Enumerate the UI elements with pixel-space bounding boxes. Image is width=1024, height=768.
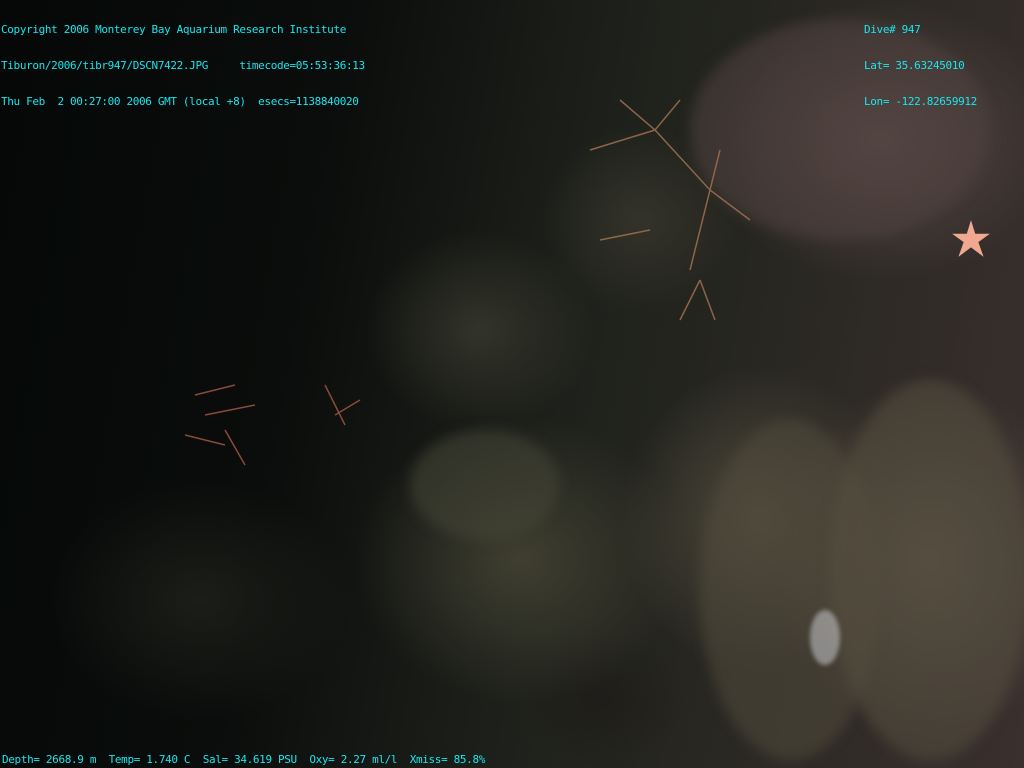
dive-number: Dive# 947 xyxy=(864,23,921,36)
rock-formation xyxy=(410,430,560,540)
copyright-line: Copyright 2006 Monterey Bay Aquarium Res… xyxy=(1,23,346,36)
white-sponge xyxy=(810,610,840,665)
longitude: Lon= -122.82659912 xyxy=(864,95,977,108)
metadata-overlay-top-left: Copyright 2006 Monterey Bay Aquarium Res… xyxy=(1,0,365,132)
crinoid-feather-stars xyxy=(589,99,751,321)
rock-formation xyxy=(830,380,1024,760)
datetime-line: Thu Feb 2 00:27:00 2006 GMT (local +8) e… xyxy=(1,95,359,108)
brittle-stars xyxy=(184,384,361,466)
latitude: Lat= 35.63245010 xyxy=(864,59,965,72)
file-timecode-line: Tiburon/2006/tibr947/DSCN7422.JPG timeco… xyxy=(1,59,365,72)
metadata-overlay-top-right: Dive# 947 Lat= 35.63245010 Lon= -122.826… xyxy=(864,0,977,132)
seafloor-photo: Copyright 2006 Monterey Bay Aquarium Res… xyxy=(0,0,1024,768)
sensor-readout: Depth= 2668.9 m Temp= 1.740 C Sal= 34.61… xyxy=(2,753,485,766)
starfish xyxy=(952,220,990,257)
